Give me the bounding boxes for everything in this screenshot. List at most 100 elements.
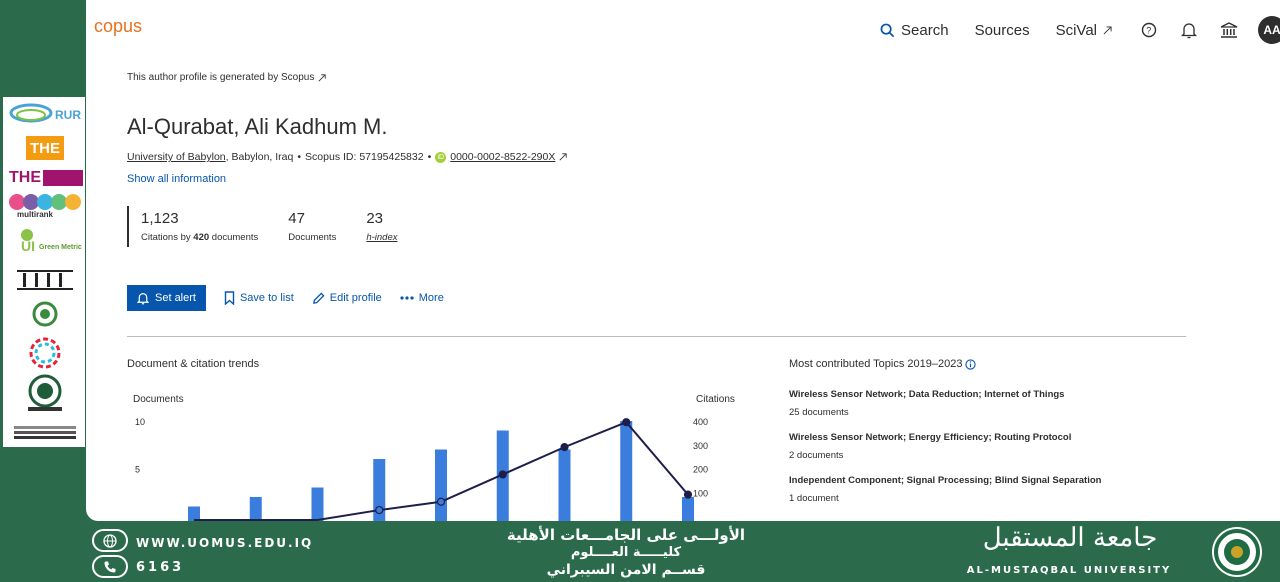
citations-point[interactable] [436, 497, 446, 506]
edit-profile-label: Edit profile [329, 292, 382, 304]
external-link-icon [1103, 25, 1112, 34]
documents-bar[interactable] [620, 421, 633, 521]
multirank-logo: multirank [7, 192, 85, 218]
rankings-logo-strip: RUR THE THE multirank UI Green Metric [3, 97, 85, 447]
the-impact-logo: THE [7, 167, 85, 189]
topic-name: Independent Component; Signal Processing… [789, 475, 1102, 486]
metric-citations-value: 1,123 [141, 210, 179, 227]
more-button[interactable]: More [400, 292, 444, 304]
nav-sources-label: Sources [974, 21, 1030, 39]
metric-h-index-label[interactable]: h-index [366, 232, 397, 243]
metric-citations-label: Citations by 420 documents [141, 232, 259, 243]
scopus-page: copus Search Sources SciVal ? AA This au… [86, 0, 1280, 521]
the-logo: THE [7, 135, 83, 161]
right-tick-label: 400 [693, 417, 708, 427]
columns-logo [7, 267, 83, 293]
footer-phone: 6163 [136, 560, 185, 575]
documents-bar[interactable] [435, 449, 447, 522]
documents-bar[interactable] [682, 497, 694, 521]
external-link-icon [318, 73, 326, 81]
documents-bar[interactable] [311, 487, 324, 522]
university-link[interactable]: University of Babylon [127, 151, 226, 163]
topic-item[interactable]: Independent Component; Signal Processing… [789, 475, 1189, 504]
set-alert-label: Set alert [155, 292, 196, 304]
citations-point[interactable] [498, 470, 507, 479]
user-avatar[interactable]: AA [1258, 16, 1280, 44]
documents-bar[interactable] [249, 497, 262, 521]
rur-logo-text: RUR [55, 108, 81, 122]
metric-h-index-value: 23 [366, 210, 384, 227]
more-label: More [418, 292, 444, 304]
topic-name: Wireless Sensor Network; Data Reduction;… [789, 389, 1065, 400]
help-button[interactable]: ? [1138, 19, 1160, 41]
author-name: Al-Qurabat, Ali Kadhum M. [127, 114, 388, 139]
nav-search[interactable]: Search [880, 22, 949, 39]
topics-title-row: Most contributed Topics 2019–2023 [789, 358, 977, 370]
help-icon: ? [1141, 22, 1157, 38]
metric-documents[interactable]: 47 Documents [276, 206, 336, 247]
document-citation-trend-chart: Documents Citations 10 5 400 300 200 100 [133, 394, 735, 522]
right-tick-label: 100 [693, 488, 708, 498]
citations-point[interactable] [622, 418, 631, 427]
greenmetric-logo-text: Green Metric [39, 244, 82, 251]
notifications-button[interactable] [1178, 19, 1200, 41]
section-divider [127, 336, 1186, 337]
scopus-logo[interactable]: copus [94, 16, 142, 37]
show-all-information-link[interactable]: Show all information [127, 173, 226, 185]
profile-actions: Set alert Save to list Edit profile More [127, 285, 444, 311]
pencil-icon [312, 291, 325, 304]
the-impact-logo-text: THE [9, 169, 41, 186]
generated-note-text: This author profile is generated by Scop… [127, 72, 315, 83]
external-link-icon [559, 153, 567, 161]
set-alert-button[interactable]: Set alert [127, 285, 206, 311]
institution-button[interactable] [1218, 19, 1240, 41]
greenmetric-logo: UI Green Metric [7, 227, 83, 259]
topic-count: 25 documents [789, 407, 849, 418]
right-axis-label: Citations [696, 394, 735, 405]
nav-scival-label: SciVal [1055, 21, 1097, 39]
orcid-icon: iD [435, 151, 447, 163]
edit-profile-button[interactable]: Edit profile [312, 291, 382, 305]
save-to-list-label: Save to list [239, 292, 294, 304]
metric-citations[interactable]: 1,123 Citations by 420 documents [129, 206, 258, 247]
left-axis-label: Documents [133, 394, 184, 405]
citations-point[interactable] [375, 505, 384, 515]
citations-point[interactable] [683, 490, 693, 499]
footer-arabic-line2: كليـــــة العــــلوم [570, 545, 682, 560]
topic-item[interactable]: Wireless Sensor Network; Energy Efficien… [789, 432, 1189, 461]
trends-title: Document & citation trends [127, 358, 260, 370]
documents-bar[interactable] [188, 506, 200, 522]
top-navigation: Search Sources SciVal ? AA [880, 16, 1280, 44]
footer-arabic-line1: الأولـــى على الجامـــعات الأهلية [506, 526, 746, 544]
svg-text:UI: UI [21, 238, 35, 254]
webometrics-logo [7, 423, 83, 441]
university-seal [1206, 525, 1268, 579]
metric-h-index[interactable]: 23 h-index [354, 206, 397, 247]
location-text: , Babylon, Iraq [225, 151, 294, 163]
topic-name: Wireless Sensor Network; Energy Efficien… [789, 432, 1072, 443]
more-dots-icon [400, 296, 414, 300]
bookmark-icon [224, 291, 235, 305]
multirank-logo-text: multirank [17, 210, 54, 218]
university-footer-banner: WWW.UOMUS.EDU.IQ 6163 الأولـــى على الجا… [0, 521, 1280, 582]
nav-sources[interactable]: Sources [975, 22, 1030, 39]
scopus-id: Scopus ID: 57195425832 [305, 151, 424, 163]
the-logo-text: THE [26, 136, 64, 160]
orcid-link[interactable]: 0000-0002-8522-290X [450, 151, 555, 163]
nav-scival[interactable]: SciVal [1056, 22, 1112, 39]
www-icon [92, 529, 128, 552]
search-icon [880, 23, 895, 37]
citations-point[interactable] [560, 443, 569, 452]
arab-universities-logo [7, 301, 83, 331]
info-icon[interactable] [965, 358, 977, 370]
topic-count: 1 document [789, 493, 839, 504]
save-to-list-button[interactable]: Save to list [224, 291, 294, 305]
bell-icon [137, 292, 149, 304]
footer-arabic-line3: قســم الامن السيبراني [546, 562, 706, 578]
topic-count: 2 documents [789, 450, 844, 461]
topic-item[interactable]: Wireless Sensor Network; Data Reduction;… [789, 389, 1189, 418]
institution-icon [1220, 21, 1238, 38]
svg-text:?: ? [1146, 26, 1151, 36]
documents-bar[interactable] [558, 449, 571, 522]
generated-note[interactable]: This author profile is generated by Scop… [127, 72, 326, 83]
